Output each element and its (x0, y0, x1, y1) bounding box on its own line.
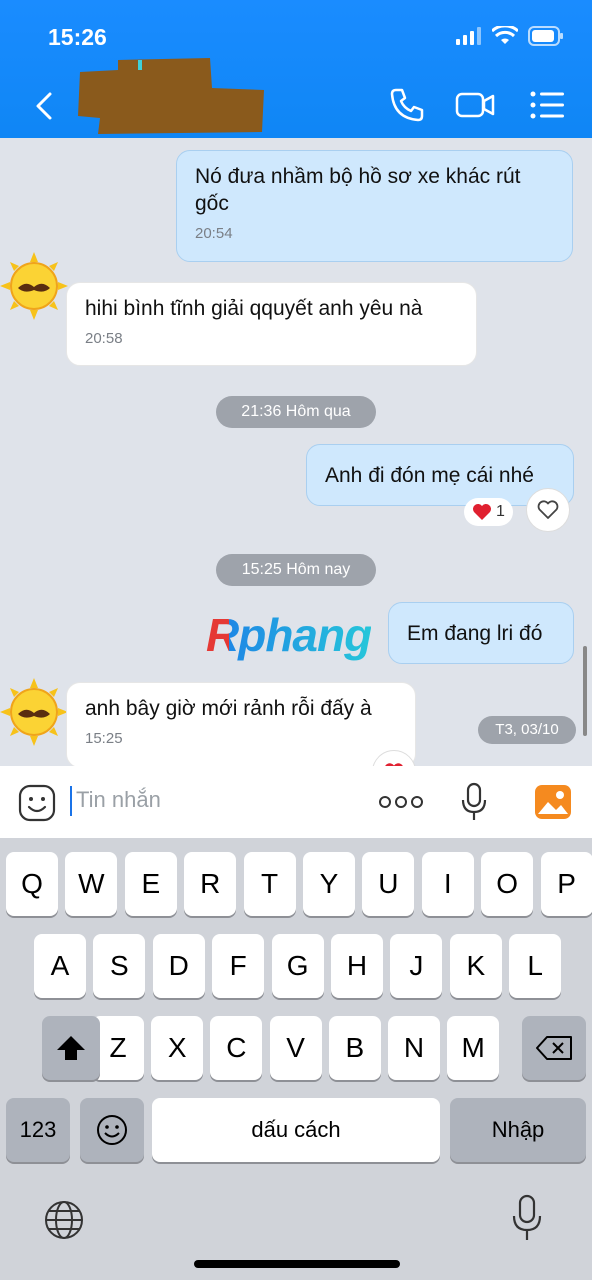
key-g[interactable]: G (271, 934, 324, 998)
react-heart-button[interactable] (526, 488, 570, 532)
status-icons (456, 26, 564, 46)
message-bubble-received[interactable]: hihi bình tĩnh giải qquyết anh yêu nà 20… (66, 282, 477, 366)
message-text: Anh đi đón mẹ cái nhé (325, 464, 534, 487)
back-icon[interactable] (30, 86, 60, 126)
key-d[interactable]: D (152, 934, 205, 998)
message-text: Nó đưa nhầm bộ hồ sơ xe khác rút gốc (195, 165, 521, 215)
contact-avatar-sun-icon[interactable] (0, 252, 68, 320)
message-input[interactable]: Tin nhắn (70, 786, 161, 816)
key-emoji[interactable] (80, 1098, 144, 1162)
more-options-icon[interactable] (378, 794, 424, 810)
message-bubble-sent[interactable]: Em đang lri đó (388, 602, 574, 664)
message-time: 20:54 (195, 225, 233, 242)
key-a[interactable]: A (34, 934, 86, 998)
image-gallery-icon[interactable] (534, 784, 572, 820)
scrollbar[interactable] (583, 646, 587, 736)
status-time: 15:26 (48, 24, 107, 50)
chat-area[interactable]: Nó đưa nhầm bộ hồ sơ xe khác rút gốc 20:… (0, 138, 592, 766)
contact-avatar-sun-icon[interactable] (0, 678, 68, 746)
signal-icon (456, 27, 481, 45)
key-n[interactable]: N (388, 1016, 440, 1080)
heart-outline-icon (537, 500, 559, 519)
key-e[interactable]: E (124, 852, 177, 916)
message-bubble-sent[interactable]: Nó đưa nhầm bộ hồ sơ xe khác rút gốc 20:… (176, 150, 573, 262)
key-l[interactable]: L (509, 934, 562, 998)
message-text: anh bây giờ mới rảnh rỗi đấy à (85, 697, 372, 720)
reaction-pill[interactable]: 1 (464, 498, 513, 526)
time-separator: 15:25 Hôm nay (216, 554, 376, 586)
globe-icon[interactable] (42, 1198, 86, 1242)
menu-list-icon[interactable] (526, 84, 568, 126)
key-backspace[interactable] (522, 1016, 586, 1080)
wifi-icon (492, 26, 518, 44)
reaction-count: 1 (496, 503, 505, 520)
message-time: 20:58 (85, 330, 123, 347)
key-return[interactable]: Nhập (450, 1098, 586, 1162)
key-q[interactable]: Q (6, 852, 58, 916)
key-t[interactable]: T (243, 852, 296, 916)
on-screen-keyboard: QWERTYUIOP ASDFGHJKL ZXCVBNM 123 dấu các… (0, 838, 592, 1280)
key-v[interactable]: V (269, 1016, 322, 1080)
message-input-bar: Tin nhắn (0, 766, 592, 838)
key-m[interactable]: M (447, 1016, 500, 1080)
key-i[interactable]: I (421, 852, 474, 916)
home-indicator (194, 1260, 400, 1268)
key-x[interactable]: X (151, 1016, 204, 1080)
key-space[interactable]: dấu cách (152, 1098, 440, 1162)
emoji-icon (97, 1115, 127, 1145)
key-c[interactable]: C (210, 1016, 263, 1080)
red-heart-icon (473, 504, 491, 520)
key-f[interactable]: F (212, 934, 265, 998)
chat-header: 15:26 (0, 0, 592, 138)
key-p[interactable]: P (540, 852, 592, 916)
dictation-microphone-icon[interactable] (510, 1194, 544, 1242)
date-badge: T3, 03/10 (478, 716, 576, 744)
key-h[interactable]: H (331, 934, 383, 998)
battery-icon (528, 26, 563, 46)
message-bubble-received[interactable]: anh bây giờ mới rảnh rỗi đấy à 15:25 (66, 682, 416, 766)
phone-call-icon[interactable] (386, 84, 428, 126)
watermark-text: Rphang (206, 609, 372, 661)
video-call-icon[interactable] (454, 84, 496, 126)
key-k[interactable]: K (449, 934, 502, 998)
backspace-icon (536, 1036, 572, 1060)
key-u[interactable]: U (362, 852, 415, 916)
message-text: Em đang lri đó (407, 622, 543, 645)
shift-arrow-icon (57, 1036, 85, 1060)
microphone-icon[interactable] (460, 782, 488, 822)
key-w[interactable]: W (65, 852, 118, 916)
contact-name-redacted[interactable] (78, 58, 264, 134)
message-text: hihi bình tĩnh giải qquyết anh yêu nà (85, 297, 423, 320)
key-r[interactable]: R (184, 852, 237, 916)
key-s[interactable]: S (93, 934, 146, 998)
key-y[interactable]: Y (303, 852, 355, 916)
key-numbers[interactable]: 123 (6, 1098, 70, 1162)
key-b[interactable]: B (328, 1016, 381, 1080)
sticker-emoji-icon[interactable] (18, 784, 56, 822)
key-o[interactable]: O (481, 852, 534, 916)
watermark-logo: Rphang (206, 608, 372, 662)
key-shift[interactable] (42, 1016, 100, 1080)
time-separator: 21:36 Hôm qua (216, 396, 376, 428)
message-time: 15:25 (85, 730, 123, 747)
key-j[interactable]: J (390, 934, 443, 998)
